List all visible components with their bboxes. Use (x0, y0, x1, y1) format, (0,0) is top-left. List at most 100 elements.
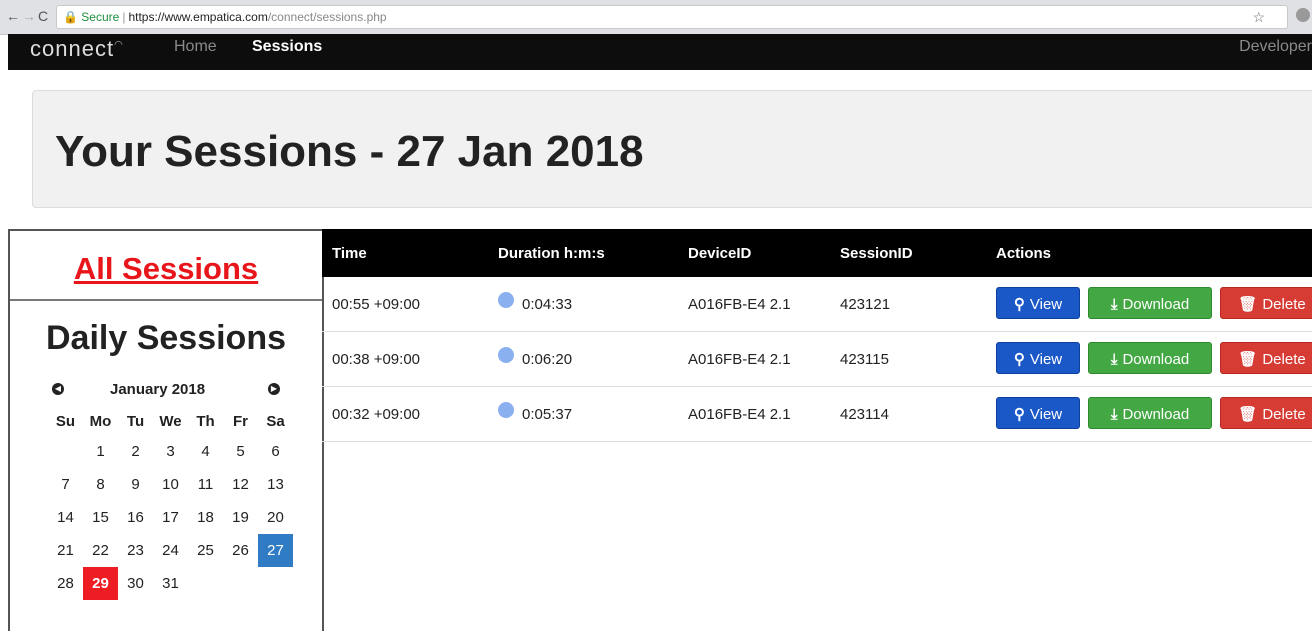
status-dot-icon (498, 347, 514, 363)
calendar-day[interactable]: 21 (48, 534, 83, 567)
nav-developer-link[interactable]: Developer (1239, 38, 1312, 56)
calendar-empty-cell (258, 567, 293, 600)
secure-label: Secure (81, 10, 120, 24)
daily-sessions-heading: Daily Sessions (45, 319, 286, 357)
back-arrow-icon[interactable]: ← (6, 8, 20, 24)
brand-logo[interactable]: connect◠ (30, 36, 124, 62)
session-device-id: A016FB-E4 2.1 (688, 296, 791, 313)
session-time: 00:32 +09:00 (332, 406, 421, 423)
session-time: 00:55 +09:00 (332, 296, 421, 313)
next-month-icon[interactable]: ▶ (268, 383, 280, 395)
page-header: Your Sessions - 27 Jan 2018 (32, 90, 1312, 208)
calendar-empty-cell (188, 567, 223, 600)
url-path: /connect/sessions.php (267, 10, 387, 24)
delete-button-label: Delete (1262, 351, 1306, 368)
calendar-day[interactable]: 1 (83, 435, 118, 468)
calendar-day[interactable]: 12 (223, 468, 258, 501)
session-id: 423115 (840, 351, 889, 368)
trash-icon: 🗑 (1238, 406, 1258, 423)
calendar-day[interactable]: 23 (118, 534, 153, 567)
download-button-label: Download (1122, 351, 1190, 368)
view-button[interactable]: ⚲ View (996, 287, 1080, 319)
prev-month-icon[interactable]: ◀ (52, 383, 64, 395)
browser-toolbar: ← → C 🔒 Secure | https://www.empatica.com/… (0, 0, 1312, 35)
search-icon: ⚲ (1013, 406, 1025, 423)
all-sessions-link[interactable]: All Sessions (10, 251, 322, 287)
forward-arrow-icon[interactable]: → (22, 8, 36, 24)
header-session-id: SessionID (840, 245, 913, 262)
weekday-label: Sa (266, 412, 285, 430)
view-button[interactable]: ⚲ View (996, 397, 1080, 429)
table-body: 00:55 +09:00 0:04:33 A016FB-E4 2.1 423121 ⚲ V… (322, 277, 1312, 442)
calendar-day[interactable]: 26 (223, 534, 258, 567)
delete-button[interactable]: 🗑 Delete (1220, 287, 1312, 319)
calendar-day[interactable]: 5 (223, 435, 258, 468)
session-duration: 0:04:33 (522, 296, 573, 313)
calendar-day[interactable]: 2 (118, 435, 153, 468)
download-button[interactable]: ⤓ Download (1088, 397, 1212, 429)
brand-text: connect (30, 36, 115, 61)
calendar-day[interactable]: 31 (153, 567, 188, 600)
calendar: ◀ January 2018 ▶ Su Mo Tu We Th Fr Sa 12345678… (48, 379, 300, 600)
calendar-day[interactable]: 18 (188, 501, 223, 534)
download-button-label: Download (1122, 296, 1190, 313)
calendar-day[interactable]: 10 (153, 468, 188, 501)
extension-icon[interactable] (1296, 8, 1310, 22)
calendar-day[interactable]: 8 (83, 468, 118, 501)
weekday-label: Mo (89, 412, 112, 430)
bookmark-star-icon[interactable]: ☆ (1252, 6, 1265, 28)
calendar-weekdays: Su Mo Tu We Th Fr Sa (48, 407, 293, 435)
header-actions: Actions (996, 245, 1052, 262)
download-button[interactable]: ⤓ Download (1088, 342, 1212, 374)
weekday-label: We (159, 412, 182, 430)
calendar-day[interactable]: 30 (118, 567, 153, 600)
calendar-day[interactable]: 7 (48, 468, 83, 501)
view-button[interactable]: ⚲ View (996, 342, 1080, 374)
calendar-day[interactable]: 24 (153, 534, 188, 567)
trash-icon: 🗑 (1238, 351, 1258, 368)
calendar-day[interactable]: 16 (118, 501, 153, 534)
top-navbar: connect◠ Home Sessions Developer (8, 34, 1312, 70)
sidebar-divider (10, 299, 322, 301)
calendar-grid: Su Mo Tu We Th Fr Sa 1 2 3 4 5 6 7 8 9 10 11 12 13 14 15 16 17… (48, 407, 293, 600)
status-dot-icon (498, 402, 514, 418)
reload-icon[interactable]: C (38, 8, 48, 24)
calendar-day[interactable]: 22 (83, 534, 118, 567)
calendar-day[interactable]: 14 (48, 501, 83, 534)
delete-button[interactable]: 🗑 Delete (1220, 342, 1312, 374)
calendar-day[interactable]: 6 (258, 435, 293, 468)
delete-button[interactable]: 🗑 Delete (1220, 397, 1312, 429)
calendar-day[interactable]: 20 (258, 501, 293, 534)
weekday-label: Fr (233, 412, 248, 430)
url-host: https://www.empatica.com (128, 10, 268, 24)
calendar-day[interactable]: 11 (188, 468, 223, 501)
calendar-day[interactable]: 15 (83, 501, 118, 534)
calendar-week: 14 15 16 17 18 19 20 (48, 501, 293, 534)
search-icon: ⚲ (1013, 351, 1025, 368)
nav-home-link[interactable]: Home (174, 38, 217, 56)
calendar-day-today[interactable]: 29 (83, 567, 118, 600)
view-button-label: View (1029, 296, 1063, 313)
calendar-day[interactable]: 25 (188, 534, 223, 567)
calendar-day[interactable]: 28 (48, 567, 83, 600)
calendar-day[interactable]: 9 (118, 468, 153, 501)
view-button-label: View (1029, 351, 1063, 368)
calendar-day[interactable]: 13 (258, 468, 293, 501)
calendar-day-selected[interactable]: 27 (258, 534, 293, 567)
calendar-day[interactable]: 3 (153, 435, 188, 468)
download-icon: ⤓ (1110, 296, 1118, 313)
download-button[interactable]: ⤓ Download (1088, 287, 1212, 319)
nav-sessions-link[interactable]: Sessions (252, 38, 322, 56)
table-row: 00:55 +09:00 0:04:33 A016FB-E4 2.1 423121 ⚲ V… (322, 277, 1312, 332)
session-device-id: A016FB-E4 2.1 (688, 406, 791, 423)
calendar-day[interactable]: 17 (153, 501, 188, 534)
lock-icon: 🔒 (63, 10, 78, 24)
calendar-day[interactable]: 4 (188, 435, 223, 468)
address-bar[interactable]: 🔒 Secure | https://www.empatica.com/connec… (56, 5, 1288, 29)
download-icon: ⤓ (1110, 351, 1118, 368)
weekday-label: Su (55, 412, 76, 430)
header-time: Time (332, 245, 367, 262)
page-title: Your Sessions - 27 Jan 2018 (55, 127, 644, 176)
calendar-day[interactable]: 19 (223, 501, 258, 534)
table-row: 00:38 +09:00 0:06:20 A016FB-E4 2.1 423115 ⚲ V… (322, 332, 1312, 387)
